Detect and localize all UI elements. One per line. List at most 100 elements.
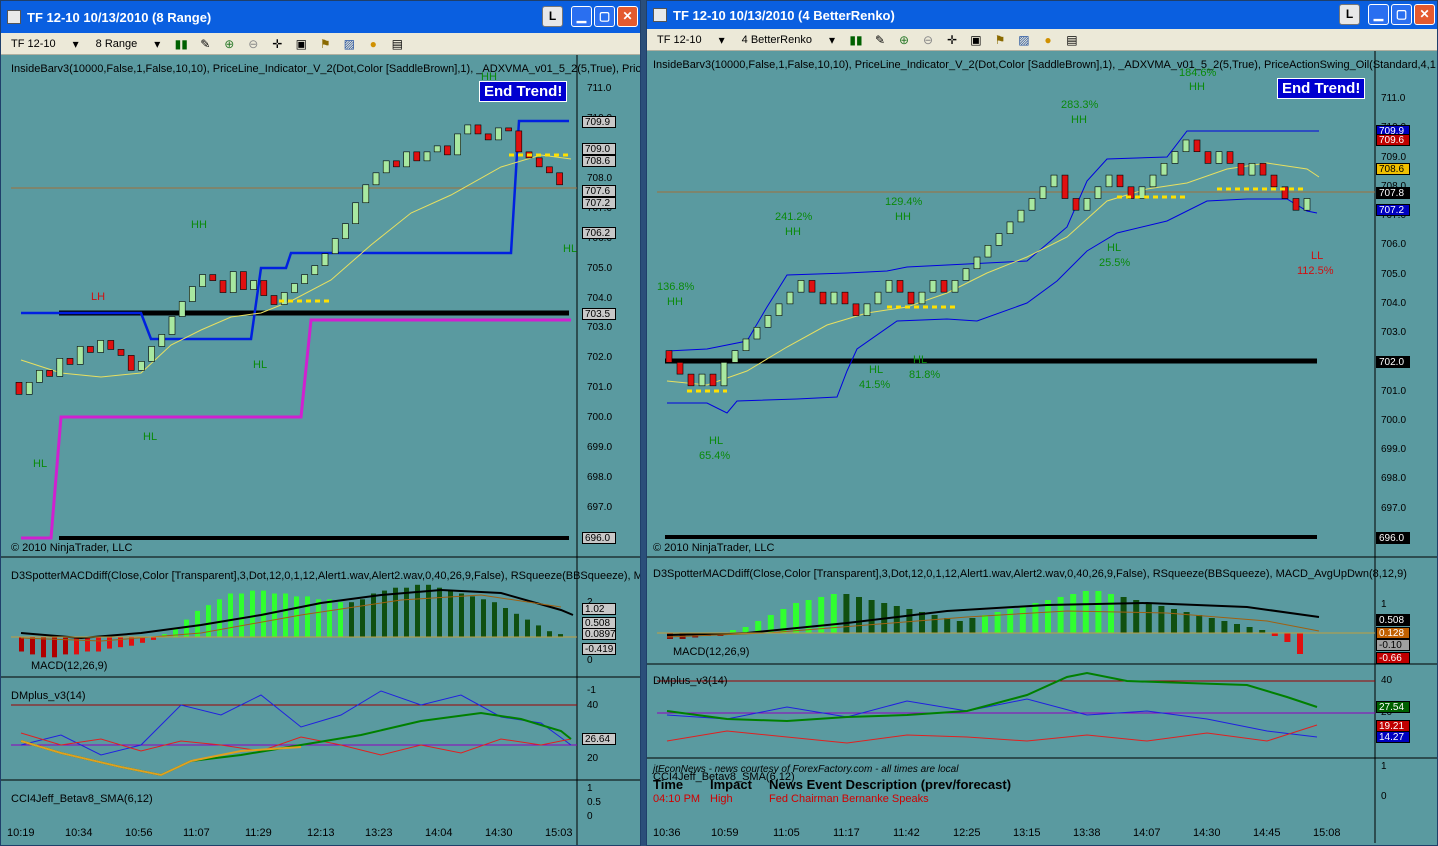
macd-bar <box>818 597 825 633</box>
candle <box>808 280 816 293</box>
chevron-down-icon[interactable]: ▾ <box>714 33 730 47</box>
instrument-select[interactable]: TF 12-10 <box>653 33 706 47</box>
macd-bar <box>969 618 976 633</box>
swing-label: HH <box>481 71 497 83</box>
macd-tag: 0.508 <box>1376 614 1410 626</box>
macd-bar <box>856 597 862 633</box>
right-end-trend-button[interactable]: End Trend! <box>1277 78 1366 99</box>
dm-tick-label: 40 <box>587 700 599 711</box>
candle <box>36 370 43 383</box>
maximize-button[interactable]: ▢ <box>1391 4 1412 25</box>
macd-bar <box>382 590 387 637</box>
news-col-time: Time <box>653 777 684 792</box>
price-tag: 707.6 <box>582 184 616 197</box>
data-box-icon[interactable]: ▤ <box>1064 33 1080 47</box>
price-tag: 707.2 <box>582 196 616 209</box>
macd-tag: -0.10 <box>1376 639 1410 651</box>
dm-tick-label: 20 <box>587 753 599 764</box>
candle <box>1017 209 1025 223</box>
instrument-select[interactable]: TF 12-10 <box>7 37 60 51</box>
macd-bar <box>85 637 90 652</box>
macd-bar <box>272 593 277 637</box>
candle <box>1039 186 1047 199</box>
candle <box>1182 139 1190 152</box>
close-button[interactable]: ✕ <box>617 6 638 27</box>
chevron-down-icon[interactable]: ▾ <box>824 33 840 47</box>
candle <box>1193 139 1201 152</box>
link-button[interactable]: L <box>1339 4 1360 25</box>
zoom-in-icon[interactable]: ⊕ <box>221 37 237 51</box>
left-toolbar: TF 12-10 ▾ 8 Range ▾ ▮▮ ✎ ⊕ ⊖ ✛ ▣ ⚑ ▨ ● … <box>1 33 640 55</box>
maximize-button[interactable]: ▢ <box>594 6 615 27</box>
candlestick-icon[interactable]: ▮▮ <box>173 37 189 51</box>
candle <box>66 358 74 365</box>
right-title-bar[interactable]: TF 12-10 10/13/2010 (4 BetterRenko) L ▁ … <box>647 1 1437 29</box>
candle <box>819 291 827 305</box>
crosshair-icon[interactable]: ✛ <box>944 33 960 47</box>
candle <box>1116 174 1124 188</box>
price-tag: 707.8 <box>1376 186 1410 199</box>
macd-bar <box>360 599 365 637</box>
time-tick-label: 14:30 <box>485 827 513 839</box>
zoom-out-icon[interactable]: ⊖ <box>245 37 261 51</box>
properties-icon[interactable]: ▣ <box>293 37 309 51</box>
left-end-trend-button[interactable]: End Trend! <box>479 81 568 102</box>
left-chart-canvas[interactable] <box>1 55 641 846</box>
minimize-button[interactable]: ▁ <box>1368 4 1389 25</box>
macd-bar <box>217 599 222 637</box>
minimize-button[interactable]: ▁ <box>571 6 592 27</box>
candle <box>464 124 472 135</box>
chevron-down-icon[interactable]: ▾ <box>149 37 165 51</box>
swing-label: HL <box>253 359 268 371</box>
coin-icon[interactable]: ● <box>1040 33 1056 47</box>
close-button[interactable]: ✕ <box>1414 4 1435 25</box>
candle <box>87 346 94 353</box>
macd-bar <box>1234 624 1240 633</box>
candlestick-icon[interactable]: ▮▮ <box>848 33 864 47</box>
time-tick-label: 11:42 <box>893 827 920 839</box>
macd-tag: -0.419 <box>582 643 616 655</box>
candle <box>1072 198 1080 211</box>
candle <box>260 280 268 296</box>
candle <box>665 350 673 363</box>
macd-bar <box>371 593 376 637</box>
candle <box>250 280 257 290</box>
pencil-icon[interactable]: ✎ <box>872 33 888 47</box>
dm-tag: 26.64 <box>582 733 616 745</box>
candle <box>372 172 380 186</box>
swing-label: HH <box>785 226 801 238</box>
left-title-bar[interactable]: TF 12-10 10/13/2010 (8 Range) L ▁ ▢ ✕ <box>1 1 640 33</box>
strategy-icon[interactable]: ⚑ <box>317 37 333 51</box>
crosshair-icon[interactable]: ✛ <box>269 37 285 51</box>
macd-bar <box>1019 606 1026 633</box>
macd-bar <box>525 619 530 637</box>
candle <box>1105 174 1113 188</box>
macd-bar <box>118 637 123 648</box>
macd-bar <box>19 637 24 652</box>
indicator-icon[interactable]: ▨ <box>341 37 357 51</box>
period-select[interactable]: 4 BetterRenko <box>738 33 816 47</box>
macd-bar <box>470 596 475 637</box>
swing-label: HH <box>1189 81 1205 93</box>
zoom-out-icon[interactable]: ⊖ <box>920 33 936 47</box>
candle <box>413 151 421 162</box>
swing-label: 112.5% <box>1297 265 1334 277</box>
pencil-icon[interactable]: ✎ <box>197 37 213 51</box>
data-box-icon[interactable]: ▤ <box>389 37 405 51</box>
strategy-icon[interactable]: ⚑ <box>992 33 1008 47</box>
indicator-icon[interactable]: ▨ <box>1016 33 1032 47</box>
coin-icon[interactable]: ● <box>365 37 381 51</box>
link-button[interactable]: L <box>542 6 563 27</box>
candle <box>127 355 135 371</box>
swing-label: HH <box>667 296 683 308</box>
properties-icon[interactable]: ▣ <box>968 33 984 47</box>
zoom-in-icon[interactable]: ⊕ <box>896 33 912 47</box>
chevron-down-icon[interactable]: ▾ <box>68 37 84 51</box>
period-select[interactable]: 8 Range <box>92 37 142 51</box>
candle <box>270 295 278 305</box>
right-chart-canvas[interactable] <box>647 51 1438 843</box>
swing-label: 184.6% <box>1179 67 1217 79</box>
macd-bar <box>1057 597 1064 633</box>
candle <box>495 127 502 141</box>
candle <box>1094 186 1102 199</box>
